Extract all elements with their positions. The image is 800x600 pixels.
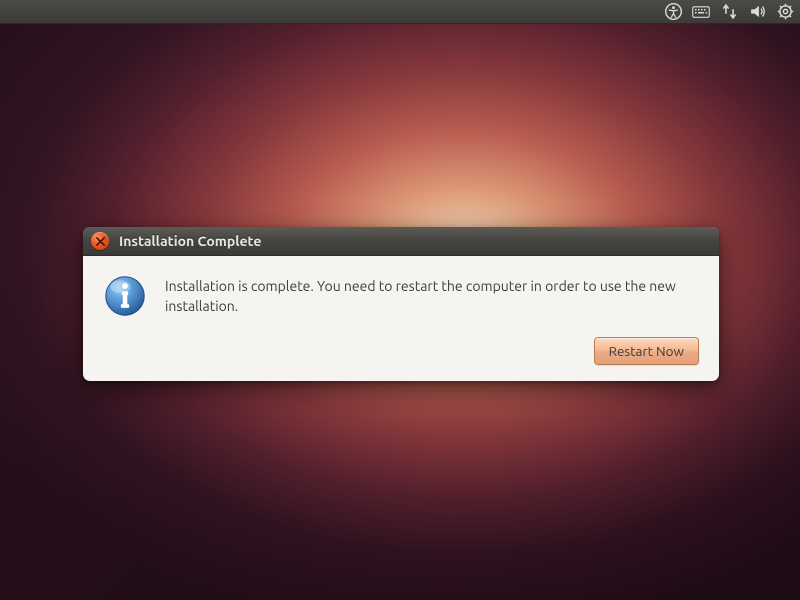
dialog-message: Installation is complete. You need to re… [165, 274, 699, 317]
dialog-title: Installation Complete [119, 233, 261, 249]
volume-icon[interactable] [748, 3, 766, 21]
dialog-content: Installation is complete. You need to re… [165, 274, 699, 365]
info-icon [103, 274, 147, 318]
top-panel [0, 0, 800, 24]
restart-now-button[interactable]: Restart Now [594, 337, 699, 365]
dialog-actions: Restart Now [165, 337, 699, 365]
power-icon[interactable] [776, 3, 794, 21]
dialog-titlebar[interactable]: Installation Complete [83, 227, 719, 256]
installation-complete-dialog: Installation Complete Inst [83, 227, 719, 381]
accessibility-icon[interactable] [664, 3, 682, 21]
close-button[interactable] [91, 232, 109, 250]
network-icon[interactable] [720, 3, 738, 21]
keyboard-icon[interactable] [692, 3, 710, 21]
dialog-body: Installation is complete. You need to re… [83, 256, 719, 381]
